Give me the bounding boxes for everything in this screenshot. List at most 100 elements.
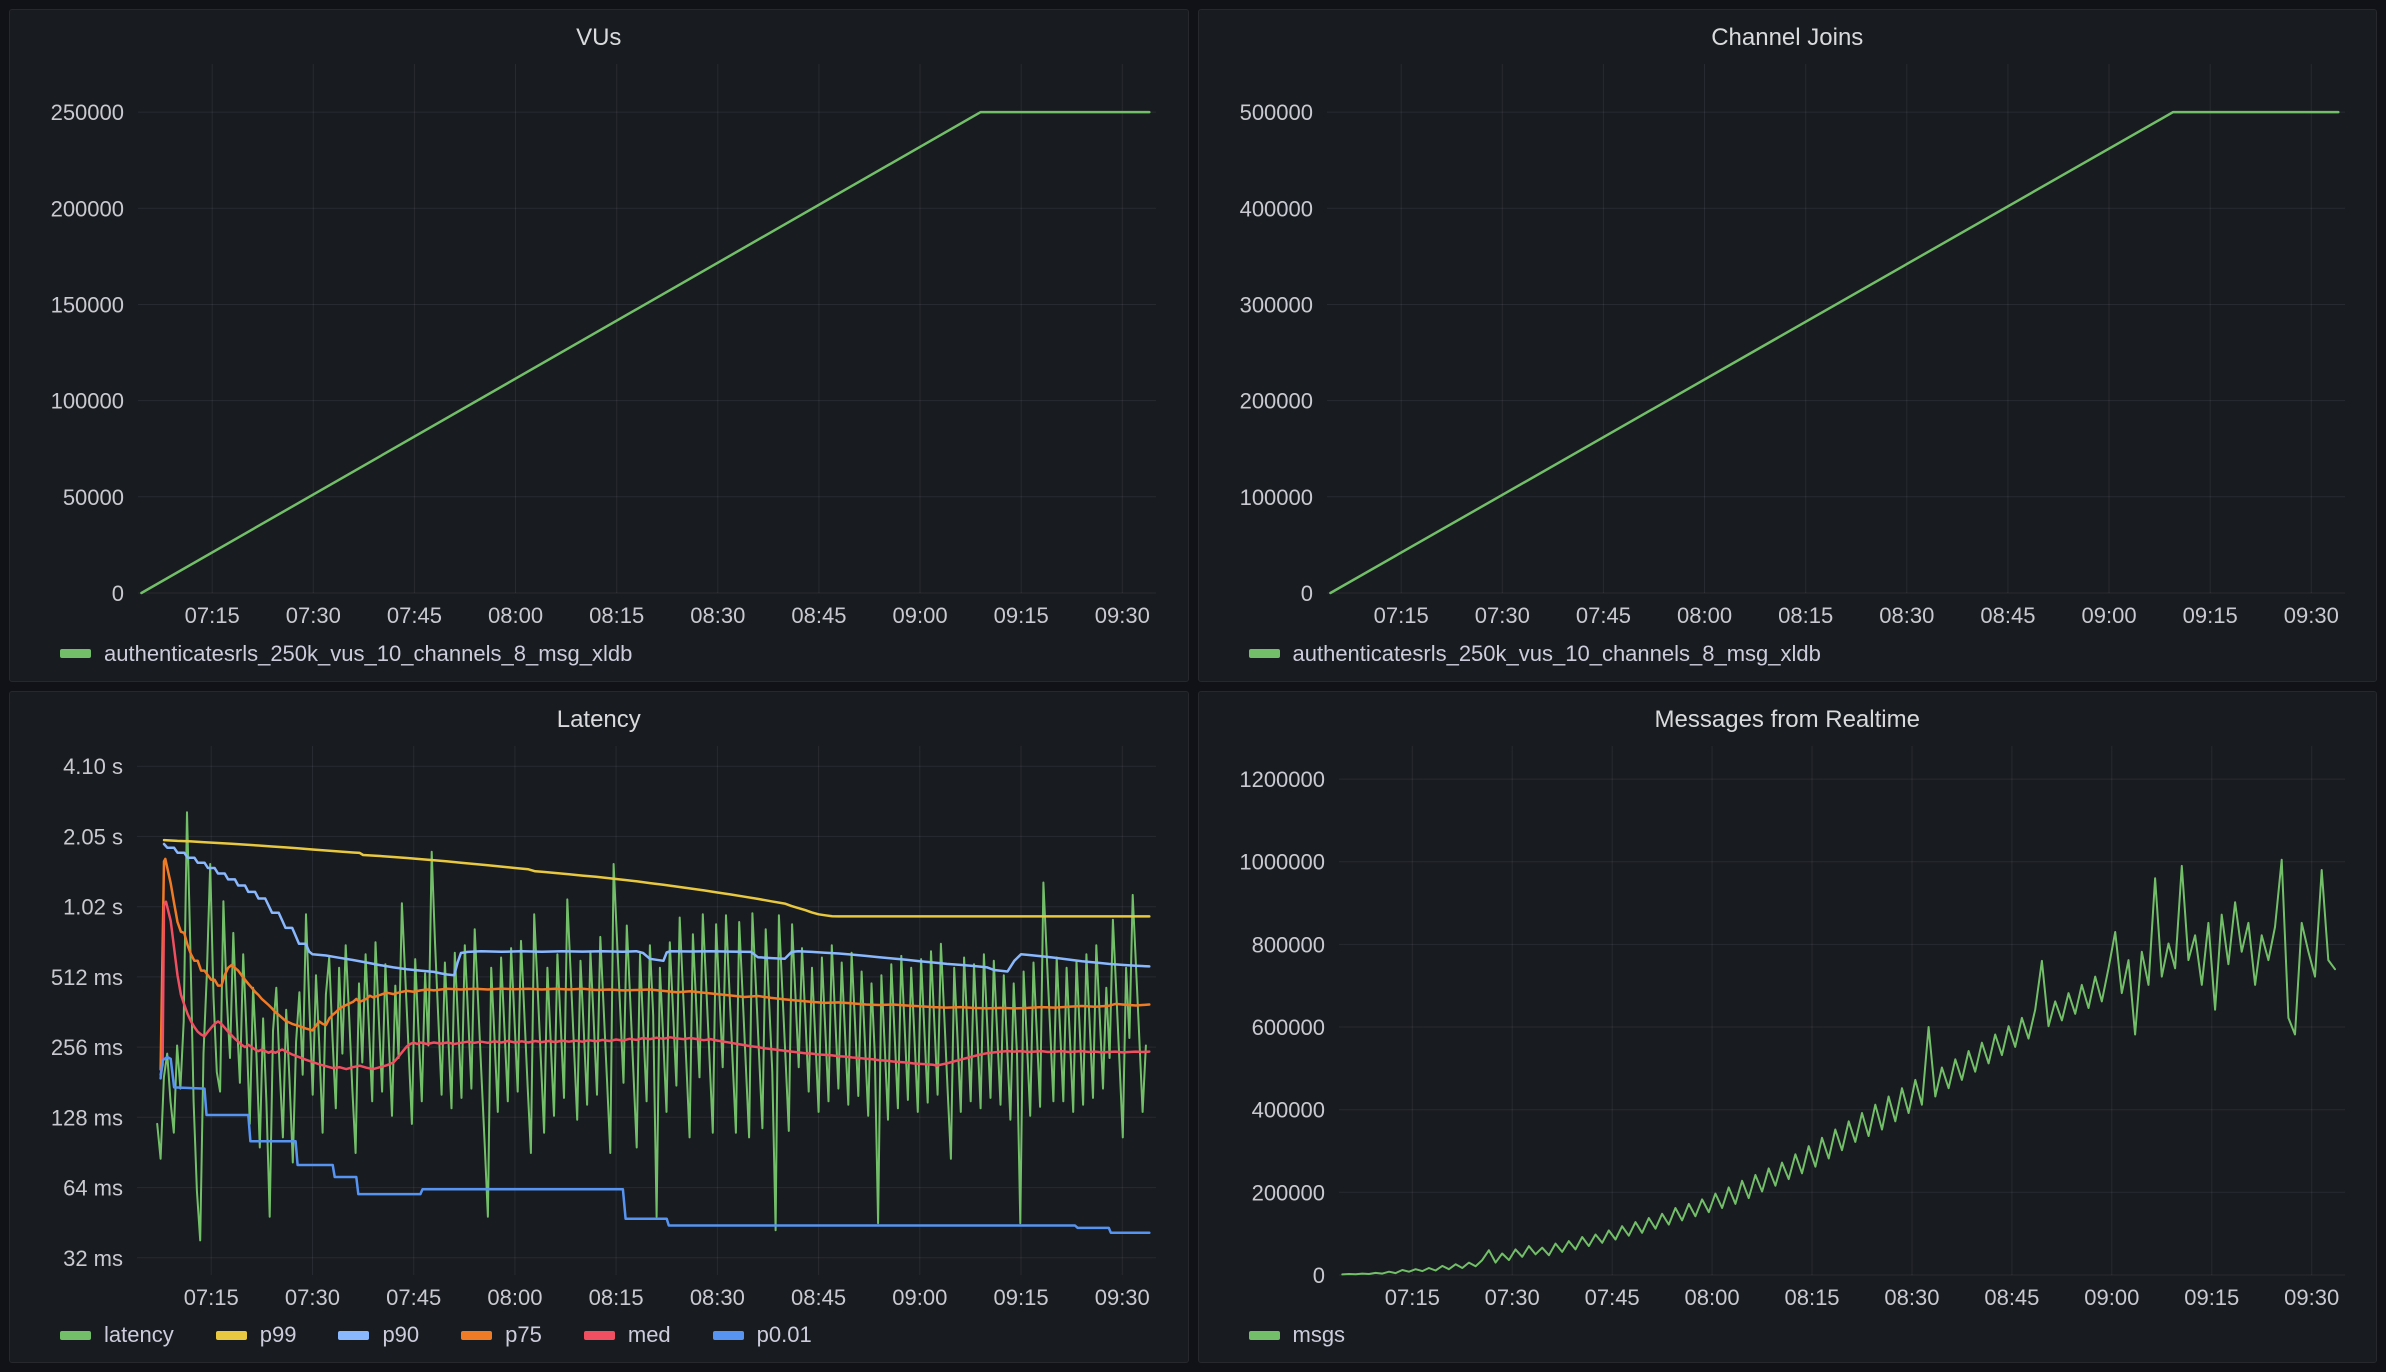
x-tick-label: 08:30 [1884, 1285, 1939, 1310]
messages-chart[interactable]: 0 200000 400000 600000 800000 1000000 1200000 0… [1213, 738, 2363, 1313]
series-line-latency [157, 812, 1146, 1240]
legend-item-p75[interactable]: p75 [461, 1322, 542, 1348]
legend-label: authenticatesrls_250k_vus_10_channels_8_… [104, 641, 632, 667]
x-tick-label: 08:15 [1778, 603, 1833, 628]
panel-title-vus[interactable]: VUs [24, 20, 1174, 56]
legend-label: authenticatesrls_250k_vus_10_channels_8_… [1293, 641, 1821, 667]
x-tick-label: 08:00 [488, 603, 543, 628]
chart-svg: 0 200000 400000 600000 800000 1000000 1200000 0… [1213, 738, 2363, 1313]
chart-svg: 05000010000015000020000025000007:1507:30… [24, 56, 1174, 631]
legend-item-p99[interactable]: p99 [216, 1322, 297, 1348]
legend-item-p0-01[interactable]: p0.01 [713, 1322, 812, 1348]
legend-label: p0.01 [757, 1322, 812, 1348]
y-tick-label: 64 ms [63, 1175, 123, 1200]
legend-item-authenticatesrls-250k-vus-10-channels-8-msg-xldb[interactable]: authenticatesrls_250k_vus_10_channels_8_… [60, 641, 632, 667]
y-tick-label: 4.10 s [63, 754, 123, 779]
legend-label: msgs [1293, 1322, 1346, 1348]
y-tick-label: 300000 [1239, 292, 1312, 317]
x-tick-label: 08:30 [690, 603, 745, 628]
channel-joins-chart[interactable]: 010000020000030000040000050000007:1507:3… [1213, 56, 2363, 631]
legend-label: latency [104, 1322, 174, 1348]
legend-swatch [338, 1331, 369, 1340]
legend-label: med [628, 1322, 671, 1348]
series-line-p99 [164, 840, 1149, 916]
panel-latency: Latency 32 ms64 ms128 ms256 ms512 ms1.02… [9, 691, 1189, 1364]
x-tick-label: 08:15 [589, 1285, 644, 1310]
x-tick-label: 09:30 [1095, 1285, 1150, 1310]
y-tick-label: 0 [1300, 581, 1312, 606]
x-tick-label: 07:15 [1384, 1285, 1439, 1310]
series-line-p90 [164, 844, 1149, 975]
x-tick-label: 09:00 [893, 603, 948, 628]
x-tick-label: 07:30 [286, 603, 341, 628]
x-tick-label: 08:00 [487, 1285, 542, 1310]
x-tick-label: 09:15 [994, 603, 1049, 628]
legend-item-authenticatesrls-250k-vus-10-channels-8-msg-xldb[interactable]: authenticatesrls_250k_vus_10_channels_8_… [1249, 641, 1821, 667]
y-tick-label: 0 [112, 581, 124, 606]
legend-item-latency[interactable]: latency [60, 1322, 174, 1348]
series-line-msgs [1342, 859, 2335, 1274]
x-tick-label: 07:15 [185, 603, 240, 628]
y-tick-label: 500000 [1239, 100, 1312, 125]
series-line-authenticatesrls-250k-vus-10-channels-8-msg-xldb [1330, 112, 2338, 593]
x-tick-label: 09:15 [994, 1285, 1049, 1310]
y-tick-label: 1000000 [1239, 849, 1325, 874]
x-tick-label: 09:00 [2084, 1285, 2139, 1310]
panel-messages-from-realtime: Messages from Realtime 0 200000 400000 6000… [1198, 691, 2378, 1364]
panel-channel-joins: Channel Joins 01000002000003000004000005… [1198, 9, 2378, 682]
x-tick-label: 08:45 [1984, 1285, 2039, 1310]
x-tick-label: 08:00 [1677, 603, 1732, 628]
chart-svg: 010000020000030000040000050000007:1507:3… [1213, 56, 2363, 631]
y-tick-label: 1200000 [1239, 767, 1325, 792]
x-tick-label: 08:30 [1879, 603, 1934, 628]
legend-item-med[interactable]: med [584, 1322, 671, 1348]
y-tick-label: 50000 [63, 485, 124, 510]
legend-swatch [1249, 1331, 1280, 1340]
channel-joins-legend: authenticatesrls_250k_vus_10_channels_8_… [1213, 631, 2363, 677]
y-tick-label: 100000 [51, 389, 124, 414]
legend-swatch [60, 649, 91, 658]
x-tick-label: 08:45 [791, 1285, 846, 1310]
latency-chart[interactable]: 32 ms64 ms128 ms256 ms512 ms1.02 s2.05 s… [24, 738, 1174, 1313]
x-tick-label: 07:45 [387, 603, 442, 628]
legend-swatch [584, 1331, 615, 1340]
x-tick-label: 09:30 [2283, 603, 2338, 628]
legend-item-msgs[interactable]: msgs [1249, 1322, 1346, 1348]
legend-label: p90 [382, 1322, 419, 1348]
panel-title-messages[interactable]: Messages from Realtime [1213, 702, 2363, 738]
y-tick-label: 0 [1312, 1263, 1324, 1288]
y-tick-label: 2.05 s [63, 824, 123, 849]
y-tick-label: 200000 [1251, 1180, 1324, 1205]
x-tick-label: 09:30 [2284, 1285, 2339, 1310]
x-tick-label: 09:30 [1095, 603, 1150, 628]
panel-title-latency[interactable]: Latency [24, 702, 1174, 738]
x-tick-label: 08:45 [1980, 603, 2035, 628]
x-tick-label: 07:15 [1373, 603, 1428, 628]
legend-swatch [1249, 649, 1280, 658]
vus-chart[interactable]: 05000010000015000020000025000007:1507:30… [24, 56, 1174, 631]
y-tick-label: 400000 [1251, 1097, 1324, 1122]
legend-item-p90[interactable]: p90 [338, 1322, 419, 1348]
x-tick-label: 08:30 [690, 1285, 745, 1310]
x-tick-label: 07:15 [184, 1285, 239, 1310]
x-tick-label: 07:45 [386, 1285, 441, 1310]
y-tick-label: 600000 [1251, 1015, 1324, 1040]
x-tick-label: 07:30 [1474, 603, 1529, 628]
x-tick-label: 08:15 [589, 603, 644, 628]
x-tick-label: 09:00 [2081, 603, 2136, 628]
y-tick-label: 256 ms [51, 1035, 123, 1060]
legend-swatch [60, 1331, 91, 1340]
legend-swatch [216, 1331, 247, 1340]
panel-vus: VUs 05000010000015000020000025000007:150… [9, 9, 1189, 682]
y-tick-label: 128 ms [51, 1105, 123, 1130]
x-tick-label: 09:15 [2184, 1285, 2239, 1310]
x-tick-label: 08:00 [1684, 1285, 1739, 1310]
y-tick-label: 1.02 s [63, 894, 123, 919]
y-tick-label: 800000 [1251, 932, 1324, 957]
x-tick-label: 09:15 [2182, 603, 2237, 628]
messages-legend: msgs [1213, 1312, 2363, 1358]
x-tick-label: 08:15 [1784, 1285, 1839, 1310]
panel-title-channel-joins[interactable]: Channel Joins [1213, 20, 2363, 56]
x-tick-label: 07:45 [1584, 1285, 1639, 1310]
legend-swatch [713, 1331, 744, 1340]
